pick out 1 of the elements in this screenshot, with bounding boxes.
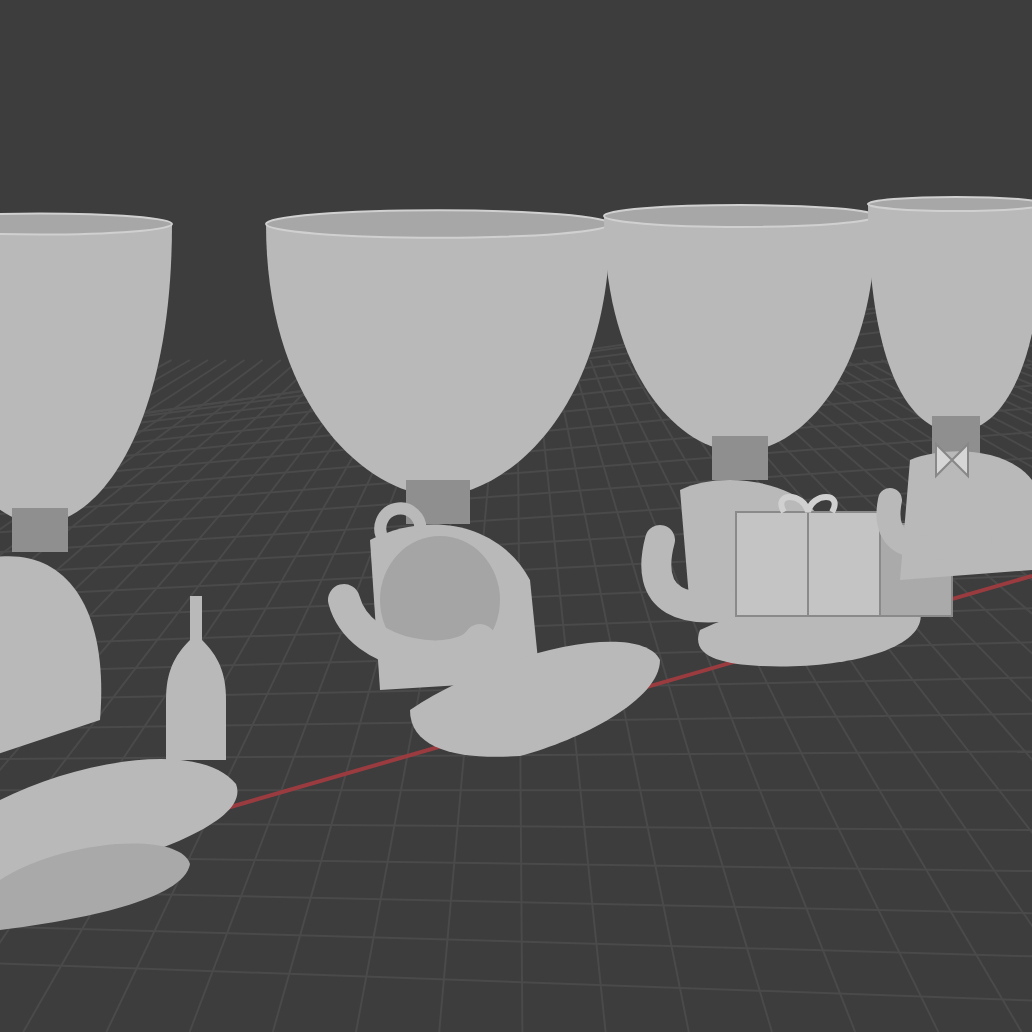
viewport[interactable]	[0, 0, 1032, 1032]
